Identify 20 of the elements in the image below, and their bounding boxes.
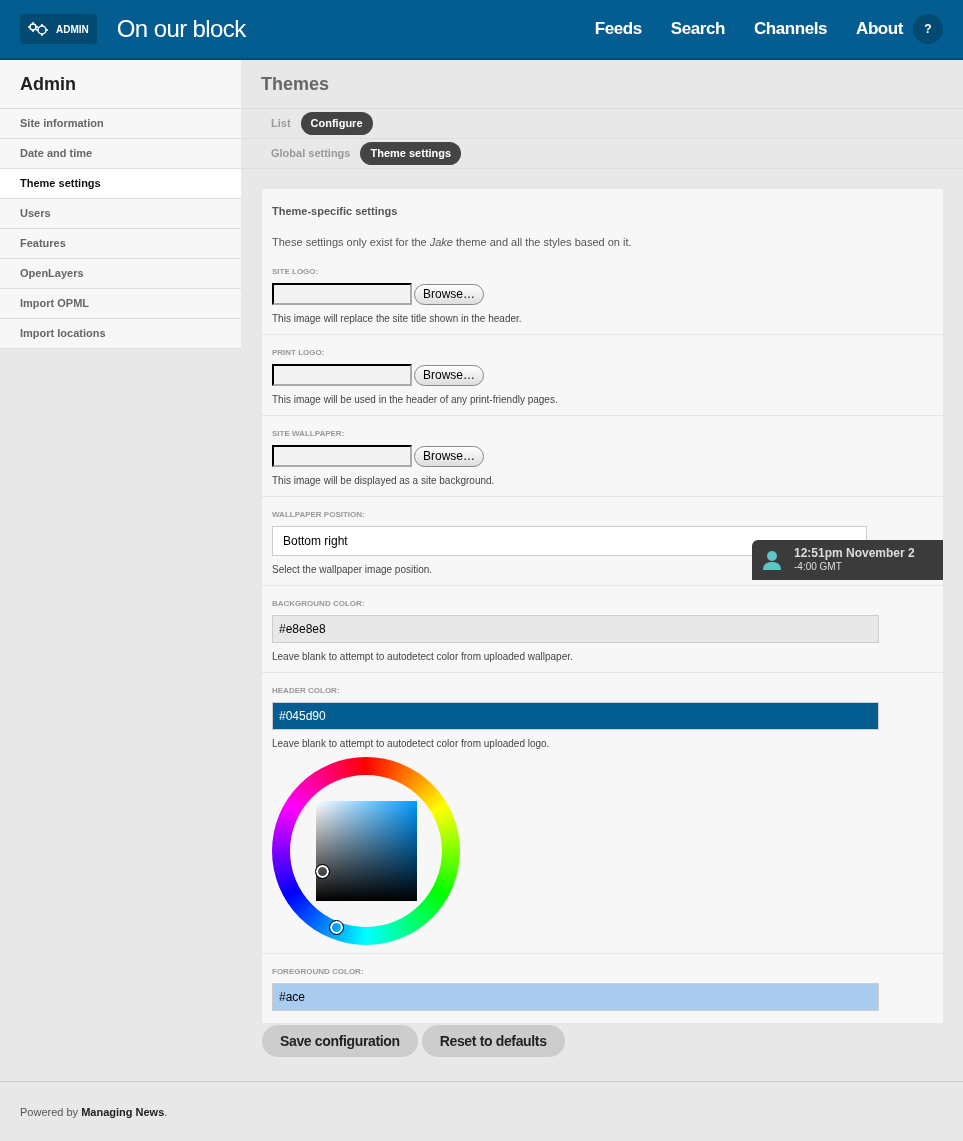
- admin-label: ADMIN: [56, 22, 89, 37]
- help-text: Leave blank to attempt to autodetect color from uploaded logo.: [272, 737, 550, 751]
- help-text: Select the wallpaper image position.: [272, 563, 433, 577]
- field-label: WALLPAPER POSITION:: [272, 509, 366, 521]
- time-zone: -4:00 GMT: [794, 561, 843, 574]
- help-text: Leave blank to attempt to autodetect color from uploaded wallpaper.: [272, 650, 573, 664]
- field-label: SITE LOGO:: [272, 266, 320, 278]
- footer-text: Powered by Managing News.: [20, 1105, 169, 1120]
- field-label: BACKGROUND COLOR:: [272, 598, 366, 610]
- field-label: PRINT LOGO:: [272, 347, 326, 359]
- section-heading: Theme-specific settings: [271, 204, 399, 219]
- field-label: FOREGROUND COLOR:: [272, 966, 365, 978]
- help-text: This image will be used in the header of any print-friendly pages.: [272, 393, 558, 407]
- field-label: HEADER COLOR:: [272, 685, 341, 697]
- page-title: Themes: [241, 60, 963, 109]
- help-text: This image will be displayed as a site background.: [272, 474, 495, 488]
- intro-text: These settings only exist for the Jake theme and all the styles based on it.: [271, 234, 633, 250]
- sidebar-title: Admin: [0, 60, 241, 109]
- help-text: This image will replace the site title shown in the header.: [272, 312, 522, 326]
- field-label: SITE WALLPAPER:: [272, 428, 346, 440]
